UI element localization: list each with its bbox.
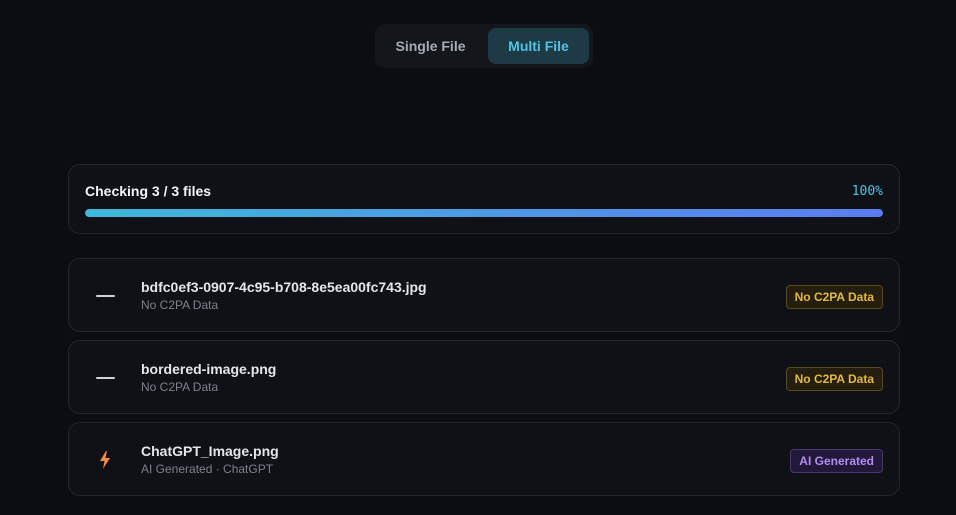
progress-card: Checking 3 / 3 files 100% xyxy=(68,164,900,234)
file-name: bdfc0ef3-0907-4c95-b708-8e5ea00fc743.jpg xyxy=(141,279,427,295)
mode-toggle: Single File Multi File xyxy=(375,24,593,68)
file-name: ChatGPT_Image.png xyxy=(141,443,279,459)
status-badge: No C2PA Data xyxy=(785,285,883,309)
file-status: No C2PA Data xyxy=(141,298,219,312)
file-card: bordered-image.png No C2PA Data No C2PA … xyxy=(68,340,900,414)
dash-icon xyxy=(93,286,117,306)
progress-fill xyxy=(85,209,883,217)
file-status: No C2PA Data xyxy=(141,380,219,394)
multi-file-tab[interactable]: Multi File xyxy=(488,28,589,64)
file-card: ChatGPT_Image.png AI Generated · ChatGPT… xyxy=(68,422,900,496)
dash-icon xyxy=(93,368,117,388)
file-card: bdfc0ef3-0907-4c95-b708-8e5ea00fc743.jpg… xyxy=(68,258,900,332)
status-badge: No C2PA Data xyxy=(785,367,883,391)
file-name: bordered-image.png xyxy=(141,361,277,377)
progress-percent: 100% xyxy=(851,184,883,199)
file-status: AI Generated · ChatGPT xyxy=(141,462,274,476)
status-badge: AI Generated xyxy=(790,449,883,473)
lightning-icon xyxy=(93,450,117,470)
progress-track xyxy=(85,209,883,217)
progress-title: Checking 3 / 3 files xyxy=(85,183,212,199)
single-file-tab[interactable]: Single File xyxy=(379,28,482,64)
